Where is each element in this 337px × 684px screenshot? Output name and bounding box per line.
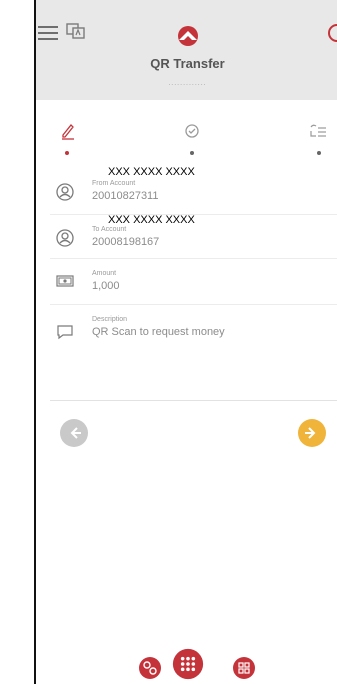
amount-caption: Amount — [92, 270, 117, 277]
page-title: QR Transfer — [150, 56, 225, 71]
from-account-value: 20010827311 — [92, 190, 159, 202]
to-account-value: 20008198167 — [92, 236, 160, 248]
next-button[interactable] — [298, 419, 326, 447]
step-dot-confirm — [190, 151, 194, 155]
description-caption: Description — [92, 316, 128, 323]
amount-value: 1,000 — [92, 280, 120, 292]
user-icon — [56, 183, 74, 201]
step-dot-review — [317, 151, 321, 155]
from-account-name: XXX XXXX XXXX — [108, 166, 195, 178]
arrow-right-icon — [305, 427, 316, 439]
from-account-field[interactable]: XXX XXXX XXXX From Account 20010827311 — [50, 166, 337, 215]
page-subtitle: ............. — [168, 80, 207, 87]
from-account-caption: From Account — [92, 180, 136, 187]
list-icon — [310, 124, 326, 137]
arrow-left-icon — [70, 427, 81, 439]
step-indicator — [36, 122, 337, 162]
scan-icon[interactable] — [138, 652, 162, 684]
check-badge-icon — [185, 124, 199, 138]
description-value: QR Scan to request money — [92, 326, 225, 338]
notification-icon[interactable] — [328, 24, 337, 42]
chat-icon — [57, 325, 73, 340]
divider — [50, 400, 337, 401]
grid-icon[interactable] — [170, 648, 206, 680]
amount-field[interactable]: Amount 1,000 — [50, 258, 337, 305]
money-icon — [56, 275, 74, 287]
app-frame: QR Transfer ............. XXX XXXX XXXX — [34, 0, 337, 684]
description-field[interactable]: Description QR Scan to request money — [50, 304, 337, 364]
qr-icon[interactable] — [232, 652, 256, 684]
to-account-field[interactable]: XXX XXXX XXXX To Account 20008198167 — [50, 214, 337, 259]
to-account-caption: To Account — [92, 226, 127, 233]
logo-icon — [178, 26, 198, 46]
pencil-icon — [62, 124, 74, 140]
translate-icon[interactable] — [66, 22, 86, 40]
to-account-name: XXX XXXX XXXX — [108, 214, 195, 226]
step-dot-edit — [65, 151, 69, 155]
user-icon — [56, 229, 74, 247]
menu-icon[interactable] — [38, 26, 58, 40]
app-header: QR Transfer ............. — [36, 0, 337, 100]
previous-button[interactable] — [60, 419, 88, 447]
